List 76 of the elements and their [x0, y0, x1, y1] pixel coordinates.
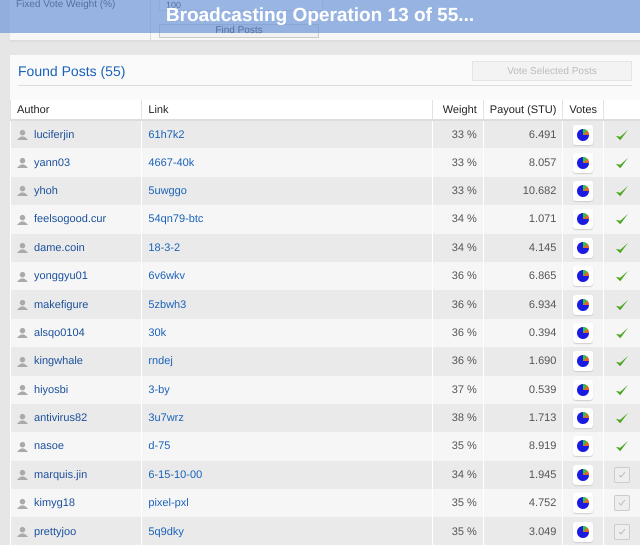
- user-icon: [17, 129, 28, 140]
- user-icon: [17, 157, 28, 168]
- table-cell: 3.049: [483, 517, 563, 545]
- post-link[interactable]: 61h7k2: [148, 128, 184, 141]
- user-icon: [17, 242, 28, 254]
- pie-chart-icon[interactable]: [573, 238, 594, 258]
- pie-chart-icon[interactable]: [573, 322, 594, 343]
- author-name[interactable]: yann03: [34, 156, 70, 169]
- pie-chart-icon[interactable]: [573, 180, 594, 201]
- user-icon: [17, 440, 28, 452]
- user-icon: [17, 526, 28, 538]
- post-link[interactable]: 3u7wrz: [148, 412, 184, 424]
- post-link[interactable]: 18-3-2: [148, 242, 180, 254]
- column-header: Votes: [562, 100, 604, 120]
- pie-chart-icon[interactable]: [573, 380, 594, 400]
- pie-chart-icon[interactable]: [573, 209, 594, 230]
- user-icon: [17, 412, 28, 424]
- user-icon: [17, 469, 28, 480]
- author-name[interactable]: marquis.jin: [34, 468, 88, 481]
- pie-chart-icon[interactable]: [573, 522, 594, 542]
- post-link[interactable]: 4667-40k: [148, 156, 194, 169]
- pie-chart-icon[interactable]: [573, 436, 594, 456]
- user-icon: [17, 356, 28, 367]
- toast-message: Broadcasting Operation 13 of 55...: [166, 6, 474, 24]
- column-header: Payout (STU): [483, 100, 563, 120]
- pie-chart-icon[interactable]: [573, 266, 594, 286]
- author-name[interactable]: luciferjin: [34, 128, 74, 141]
- user-icon: [17, 214, 28, 225]
- pie-chart-icon[interactable]: [573, 351, 594, 372]
- user-icon: [17, 270, 28, 282]
- tick-icon: [617, 526, 628, 537]
- post-link[interactable]: 6v6wkv: [148, 270, 186, 282]
- section-title: Found Posts (55): [18, 63, 126, 79]
- pie-chart-icon[interactable]: [573, 493, 594, 514]
- user-icon: [17, 384, 28, 396]
- pie-chart-icon[interactable]: [573, 294, 594, 315]
- post-link[interactable]: 30k: [148, 326, 166, 339]
- tick-icon: [617, 470, 628, 480]
- author-name[interactable]: kimyg18: [34, 497, 75, 510]
- checkbox[interactable]: [614, 495, 630, 512]
- author-name[interactable]: yonggyu01: [34, 270, 88, 282]
- post-link[interactable]: 5q9dky: [148, 526, 184, 538]
- author-name[interactable]: yhoh: [34, 184, 58, 197]
- author-name[interactable]: prettyjoo: [34, 526, 76, 538]
- column-header: Weight: [432, 100, 484, 120]
- author-name[interactable]: kingwhale: [34, 355, 83, 368]
- table-cell: 35 %: [432, 517, 484, 545]
- author-name[interactable]: feelsogood.cur: [34, 213, 106, 226]
- author-name[interactable]: dame.coin: [34, 242, 85, 254]
- post-link[interactable]: 6-15-10-00: [148, 468, 202, 481]
- pie-chart-icon[interactable]: [573, 124, 594, 145]
- post-link[interactable]: 3-by: [148, 384, 170, 396]
- author-name[interactable]: hiyosbi: [34, 384, 68, 396]
- post-link[interactable]: 5zbwh3: [148, 298, 186, 311]
- column-header: Author: [10, 100, 142, 120]
- pie-chart-icon[interactable]: [573, 408, 594, 428]
- author-name[interactable]: alsqo0104: [34, 326, 85, 339]
- author-name[interactable]: nasoe: [34, 440, 64, 452]
- author-name[interactable]: makefigure: [34, 298, 88, 311]
- pie-chart-icon[interactable]: [573, 464, 594, 485]
- user-icon: [17, 299, 28, 310]
- checkbox[interactable]: [614, 524, 630, 540]
- user-icon: [17, 498, 28, 509]
- user-icon: [17, 185, 28, 196]
- post-link[interactable]: rndej: [148, 355, 173, 368]
- checkbox[interactable]: [614, 466, 630, 483]
- tick-icon: [617, 498, 628, 508]
- post-link[interactable]: 5uwggo: [148, 184, 187, 197]
- author-name[interactable]: antivirus82: [34, 412, 88, 424]
- column-header: Link: [142, 100, 432, 120]
- pie-chart-icon[interactable]: [573, 152, 594, 173]
- user-icon: [17, 327, 28, 338]
- field-label: Fixed Vote Weight (%): [15, 0, 116, 10]
- post-link[interactable]: 54qn79-btc: [148, 213, 204, 226]
- post-link[interactable]: d-75: [148, 440, 170, 452]
- post-link[interactable]: pixel-pxl: [148, 497, 189, 510]
